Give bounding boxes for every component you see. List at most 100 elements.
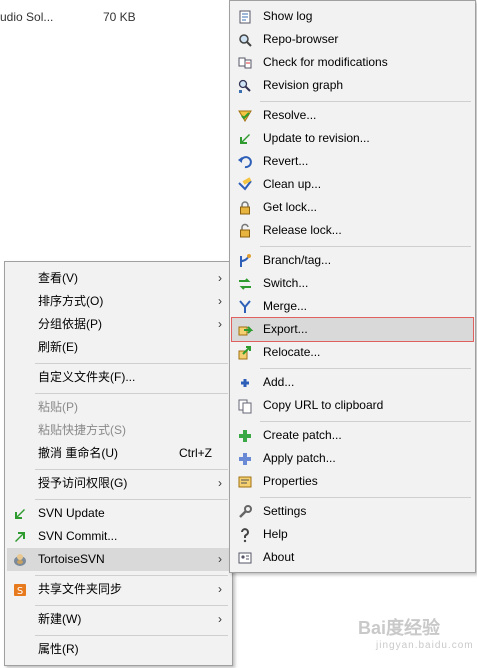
menu-separator: [35, 469, 228, 470]
menu-separator: [35, 363, 228, 364]
menu-item-label: TortoiseSVN: [38, 552, 105, 566]
file-name: udio Sol...: [0, 10, 54, 24]
menu-separator: [35, 635, 228, 636]
menu-item-label: Merge...: [263, 299, 308, 313]
watermark-subtext: jingyan.baidu.com: [376, 640, 474, 651]
lock-icon: [237, 200, 253, 216]
tortoisesvn-icon: [12, 552, 28, 568]
menu-item-label: Revert...: [263, 154, 309, 168]
menu-item-label: Add...: [263, 375, 295, 389]
svn-item-resolve[interactable]: Resolve...: [232, 104, 473, 127]
properties-icon: [237, 474, 253, 490]
menu-item-label: 粘贴快捷方式(S): [38, 423, 126, 437]
svn-item-create-patch[interactable]: Create patch...: [232, 424, 473, 447]
menu-item-label: Release lock...: [263, 223, 342, 237]
menu-item-svn-commit[interactable]: SVN Commit...: [7, 525, 230, 548]
menu-item-label: 查看(V): [38, 271, 78, 285]
menu-item-shortcut: Ctrl+Z: [179, 446, 212, 460]
svn-update-icon: [12, 506, 28, 522]
help-icon: [237, 527, 253, 543]
menu-item-label: 刷新(E): [38, 340, 78, 354]
menu-item-label: SVN Update: [38, 506, 105, 520]
about-icon: [237, 550, 253, 566]
chevron-right-icon: ›: [218, 476, 222, 490]
svn-item-switch[interactable]: Switch...: [232, 272, 473, 295]
menu-item-properties[interactable]: 属性(R): [7, 638, 230, 661]
resolve-icon: [237, 108, 253, 124]
copy-url-icon: [237, 398, 253, 414]
menu-item-label: Apply patch...: [263, 451, 336, 465]
svn-item-show-log[interactable]: Show log: [232, 5, 473, 28]
branch-icon: [237, 253, 253, 269]
menu-item-label: Switch...: [263, 276, 309, 290]
repo-browser-icon: [237, 32, 253, 48]
menu-item-label: Settings: [263, 504, 307, 518]
svn-item-update-to-revision[interactable]: Update to revision...: [232, 127, 473, 150]
menu-item-label: Clean up...: [263, 177, 322, 191]
svn-item-help[interactable]: Help: [232, 523, 473, 546]
menu-item-label: Revision graph: [263, 78, 344, 92]
menu-item-customize-folder[interactable]: 自定义文件夹(F)...: [7, 366, 230, 389]
revert-icon: [237, 154, 253, 170]
menu-item-label: Create patch...: [263, 428, 342, 442]
chevron-right-icon: ›: [218, 294, 222, 308]
chevron-right-icon: ›: [218, 552, 222, 566]
apply-patch-icon: [237, 451, 253, 467]
menu-item-label: 分组依据(P): [38, 317, 102, 331]
show-log-icon: [237, 9, 253, 25]
svn-item-export[interactable]: Export...: [231, 317, 474, 342]
svn-item-copy-url[interactable]: Copy URL to clipboard: [232, 394, 473, 417]
merge-icon: [237, 299, 253, 315]
svn-item-add[interactable]: Add...: [232, 371, 473, 394]
menu-item-refresh[interactable]: 刷新(E): [7, 336, 230, 359]
menu-item-label: 排序方式(O): [38, 294, 104, 308]
add-icon: [237, 375, 253, 391]
explorer-context-menu: 查看(V) › 排序方式(O) › 分组依据(P) › 刷新(E) 自定义文件夹…: [4, 261, 233, 666]
menu-item-grant-access[interactable]: 授予访问权限(G) ›: [7, 472, 230, 495]
menu-item-view[interactable]: 查看(V) ›: [7, 267, 230, 290]
check-modifications-icon: [237, 55, 253, 71]
menu-item-undo-rename[interactable]: 撤消 重命名(U) Ctrl+Z: [7, 442, 230, 465]
chevron-right-icon: ›: [218, 612, 222, 626]
menu-item-label: Help: [263, 527, 288, 541]
menu-item-label: About: [263, 550, 295, 564]
menu-item-share-sync[interactable]: S 共享文件夹同步 ›: [7, 578, 230, 601]
menu-item-label: 粘贴(P): [38, 400, 78, 414]
svn-item-relocate[interactable]: Relocate...: [232, 341, 473, 364]
menu-item-svn-update[interactable]: SVN Update: [7, 502, 230, 525]
menu-item-label: Relocate...: [263, 345, 321, 359]
menu-separator: [35, 575, 228, 576]
svn-item-revision-graph[interactable]: Revision graph: [232, 74, 473, 97]
menu-item-label: Show log: [263, 9, 313, 23]
menu-item-tortoisesvn[interactable]: TortoiseSVN ›: [7, 548, 230, 571]
menu-item-paste-shortcut: 粘贴快捷方式(S): [7, 419, 230, 442]
file-row[interactable]: udio Sol... 70 KB: [0, 8, 220, 26]
menu-item-group-by[interactable]: 分组依据(P) ›: [7, 313, 230, 336]
menu-item-label: Copy URL to clipboard: [263, 398, 384, 412]
svn-item-get-lock[interactable]: Get lock...: [232, 196, 473, 219]
menu-separator: [35, 499, 228, 500]
svn-item-repo-browser[interactable]: Repo-browser: [232, 28, 473, 51]
svg-text:S: S: [17, 586, 23, 597]
svn-item-merge[interactable]: Merge...: [232, 295, 473, 318]
menu-item-label: SVN Commit...: [38, 529, 118, 543]
svn-item-release-lock[interactable]: Release lock...: [232, 219, 473, 242]
svn-item-check-modifications[interactable]: Check for modifications: [232, 51, 473, 74]
menu-item-paste: 粘贴(P): [7, 396, 230, 419]
export-icon: [237, 322, 254, 338]
switch-icon: [237, 276, 253, 292]
svn-item-apply-patch[interactable]: Apply patch...: [232, 447, 473, 470]
svn-item-settings[interactable]: Settings: [232, 500, 473, 523]
svn-item-revert[interactable]: Revert...: [232, 150, 473, 173]
svn-item-properties[interactable]: Properties: [232, 470, 473, 493]
chevron-right-icon: ›: [218, 317, 222, 331]
settings-icon: [237, 504, 253, 520]
menu-separator: [260, 368, 471, 369]
svn-item-clean-up[interactable]: Clean up...: [232, 173, 473, 196]
svn-item-about[interactable]: About: [232, 546, 473, 569]
svn-commit-icon: [12, 529, 28, 545]
unlock-icon: [237, 223, 253, 239]
menu-item-sort-by[interactable]: 排序方式(O) ›: [7, 290, 230, 313]
menu-item-new[interactable]: 新建(W) ›: [7, 608, 230, 631]
svn-item-branch-tag[interactable]: Branch/tag...: [232, 249, 473, 272]
